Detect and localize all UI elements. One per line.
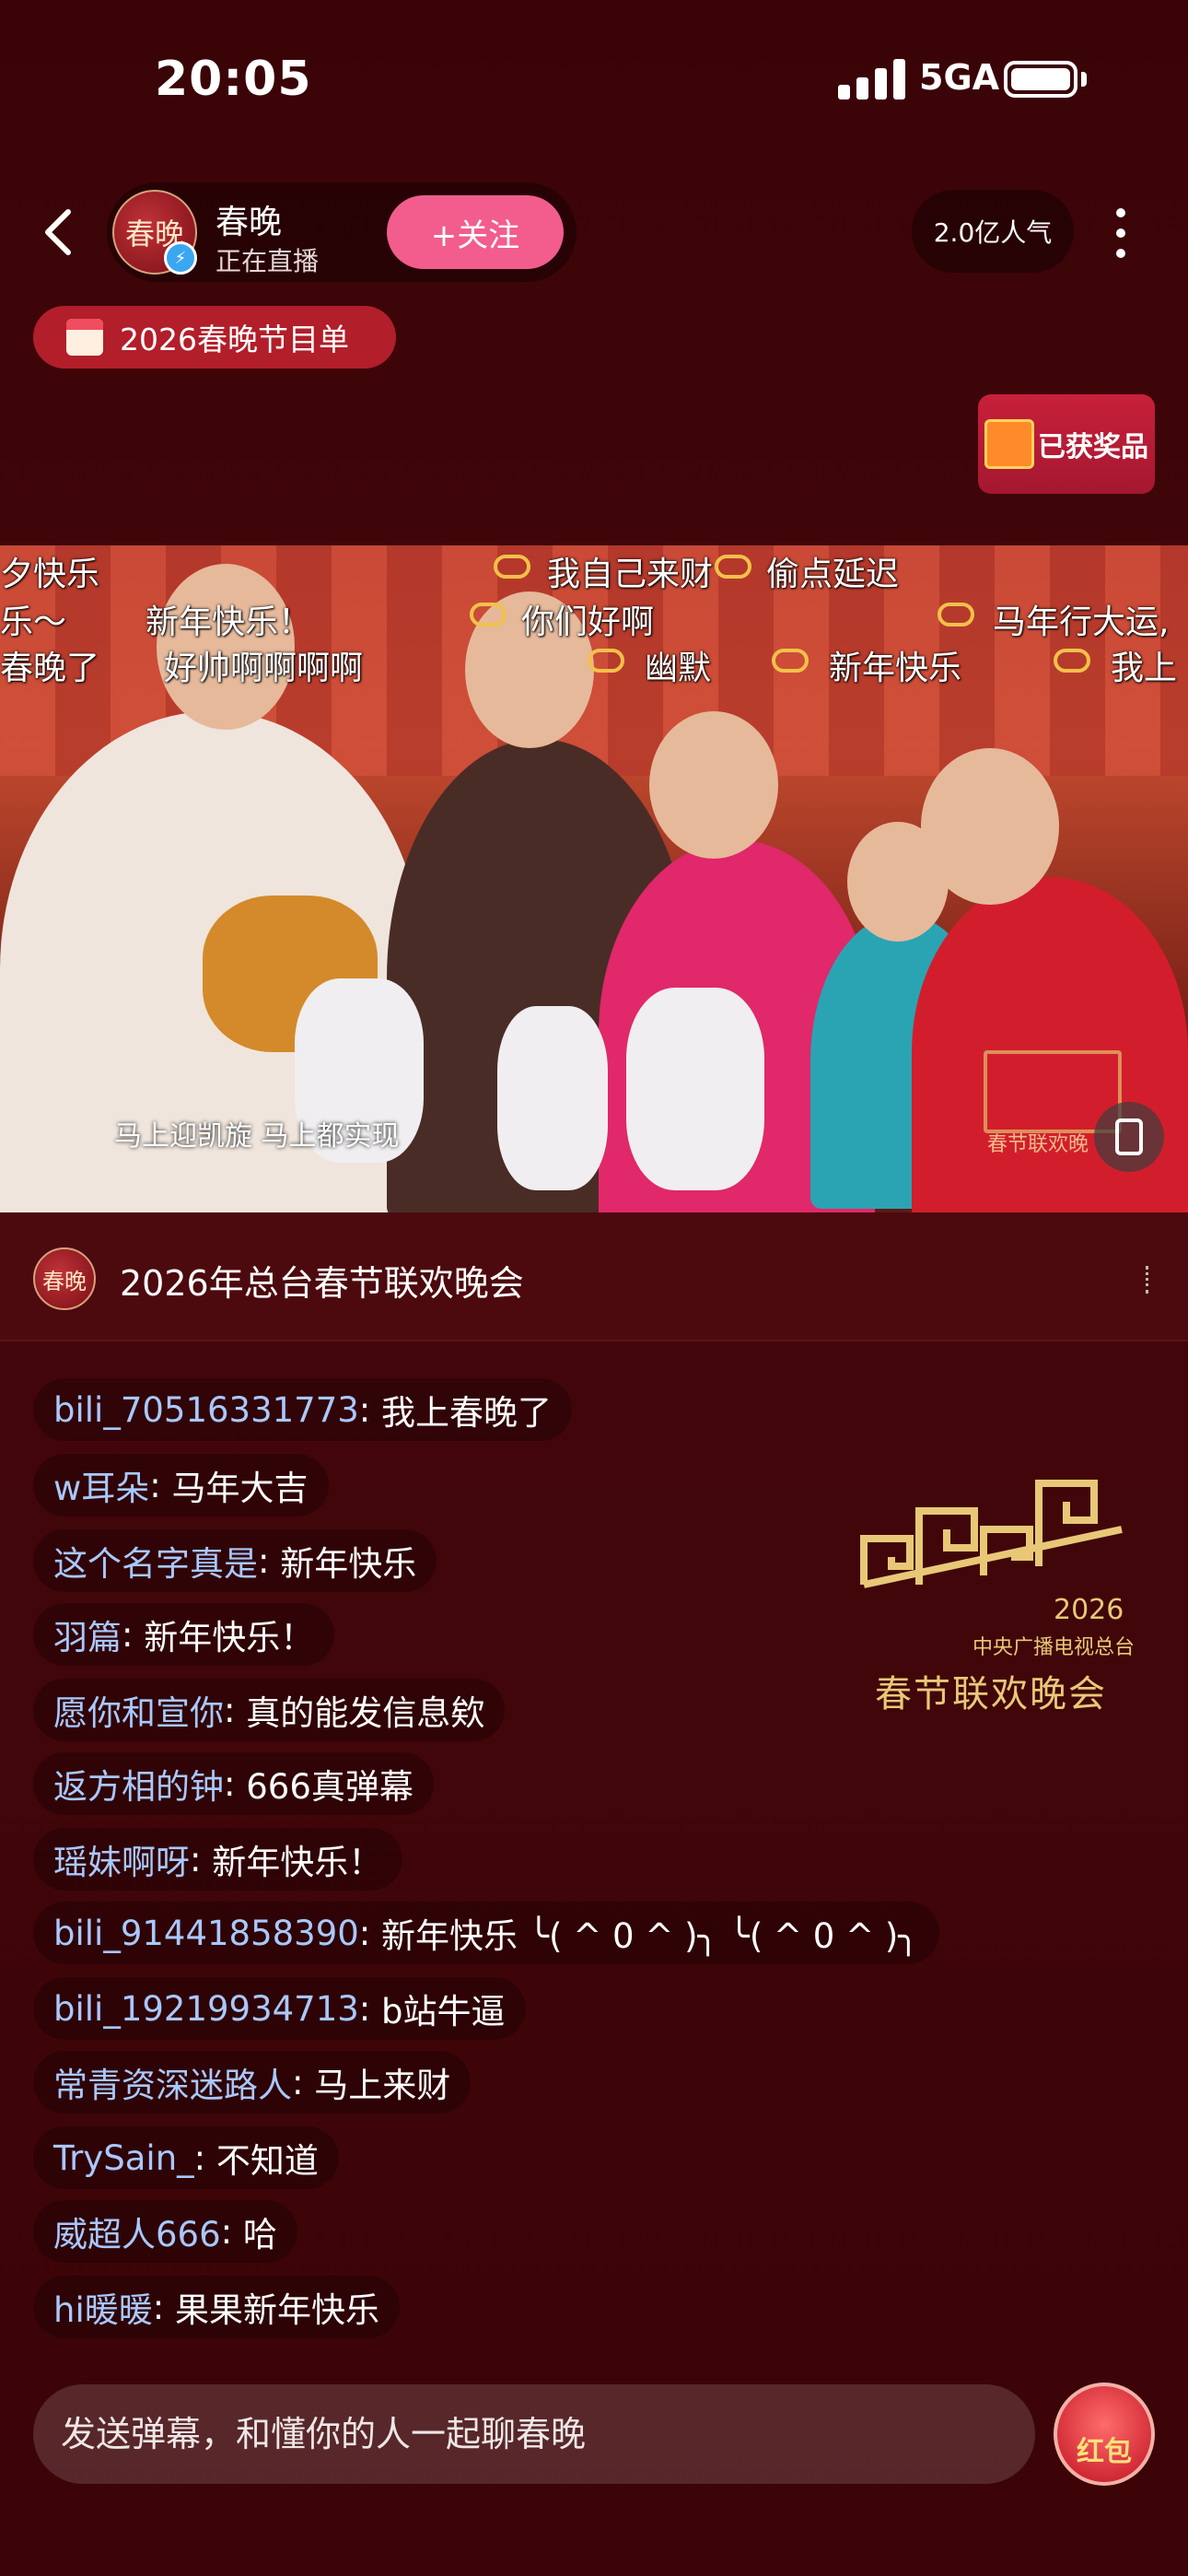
cloud-icon — [494, 555, 530, 579]
prize-button[interactable]: 已获奖品 — [978, 394, 1155, 494]
show-title: 2026年总台春节联欢晚会 — [120, 1263, 524, 1304]
chat-text: 新年快乐 ╰( ^ 0 ^ )╮ ╰( ^ 0 ^ )╮ — [381, 1916, 919, 1956]
chat-message: 返方相的钟: 666真弹幕 — [33, 1752, 434, 1815]
chat-username[interactable]: bili_91441858390 — [53, 1914, 359, 1953]
chat-text: 不知道 — [215, 2141, 319, 2181]
battery-icon — [1004, 61, 1077, 98]
danmaku: 偷点延迟 — [766, 556, 900, 593]
gala-watermark-text: 春节联欢晚 — [987, 1133, 1089, 1156]
chat-username[interactable]: bili_70516331773 — [53, 1390, 359, 1430]
danmaku: 马年行大运, — [993, 603, 1170, 641]
popularity-badge[interactable]: 2.0亿人气 — [912, 190, 1074, 273]
chat-text: 新年快乐！ — [212, 1843, 383, 1882]
gift-box-icon — [984, 419, 1034, 469]
video-subtitle: 马上迎凯旋 马上都实现 — [114, 1120, 400, 1153]
cloud-icon — [772, 649, 809, 673]
chat-username[interactable]: 愿你和宣你 — [53, 1685, 224, 1735]
danmaku: 我自己来财 — [547, 556, 714, 593]
gala-org: 中央广播电视总台 — [973, 1636, 1136, 1659]
chat-text: 马年大吉 — [171, 1469, 309, 1508]
danmaku: 春晚了 — [0, 650, 100, 687]
danmaku: 你们好啊 — [521, 603, 655, 641]
screen-rotate-button[interactable] — [1094, 1102, 1164, 1172]
chat-message: hi暖暖: 果果新年快乐 — [33, 2276, 400, 2338]
chat-text: 666真弹幕 — [246, 1767, 413, 1807]
anchor-name: 春晚 — [215, 204, 283, 241]
cloud-icon — [588, 649, 624, 673]
performer-right-head — [921, 748, 1059, 905]
chat-message: 瑶妹啊呀: 新年快乐！ — [33, 1828, 403, 1891]
chat-text: 马上来财 — [314, 2066, 451, 2105]
chat-username[interactable]: bili_19219934713 — [53, 1989, 359, 2029]
chat-text: 新年快乐 — [280, 1544, 417, 1584]
danmaku: 新年快乐！ — [146, 603, 312, 641]
chat-text: 果果新年快乐 — [174, 2290, 379, 2330]
calendar-icon — [66, 319, 103, 356]
network-type: 5GA — [919, 57, 1000, 98]
chat-text: 我上春晚了 — [381, 1393, 553, 1433]
chat-text: 真的能发信息欸 — [246, 1693, 485, 1733]
danmaku: 夕快乐 — [0, 556, 100, 593]
chat-message: 这个名字真是: 新年快乐 — [33, 1529, 437, 1592]
danmaku: 新年快乐 — [829, 650, 962, 687]
performer-woman-pink-head — [649, 711, 778, 859]
program-list-button[interactable]: 2026春晚节目单 — [33, 306, 396, 369]
cellular-signal-icon — [838, 59, 912, 100]
chat-username[interactable]: 威超人666 — [53, 2207, 221, 2256]
follow-button[interactable]: +关注 — [387, 195, 564, 269]
chat-message: 羽篇: 新年快乐！ — [33, 1603, 335, 1666]
chat-username[interactable]: 瑶妹啊呀 — [53, 1834, 190, 1884]
verified-badge-icon: ⚡ — [164, 241, 197, 275]
chat-username[interactable]: hi暖暖 — [53, 2282, 153, 2332]
chat-username[interactable]: w耳朵 — [53, 1460, 149, 1510]
rotate-phone-icon — [1115, 1118, 1143, 1155]
danmaku: 我上 — [1111, 650, 1178, 687]
chat-username[interactable]: 返方相的钟 — [53, 1759, 224, 1809]
danmaku: 好帅啊啊啊啊 — [164, 650, 364, 687]
chat-username[interactable]: TrySain_ — [53, 2138, 194, 2178]
back-arrow-icon[interactable] — [37, 205, 77, 260]
live-status: 正在直播 — [215, 246, 320, 276]
show-avatar: 春晚 — [33, 1247, 96, 1310]
prize-label: 已获奖品 — [1038, 431, 1148, 463]
battery-cap — [1081, 72, 1087, 87]
danmaku: 幽默 — [645, 650, 712, 687]
show-more-icon[interactable] — [1146, 1266, 1153, 1294]
cloud-icon — [938, 603, 974, 626]
chat-message: TrySain_: 不知道 — [33, 2126, 339, 2189]
chat-text: b站牛逼 — [381, 1992, 506, 2032]
white-horse-toy-3 — [626, 988, 764, 1190]
chat-username[interactable]: 这个名字真是 — [53, 1536, 258, 1586]
cloud-icon — [470, 603, 507, 626]
chat-message: 常青资深迷路人: 马上来财 — [33, 2051, 472, 2113]
program-list-label: 2026春晚节目单 — [120, 322, 349, 357]
chat-text: 哈 — [242, 2215, 277, 2254]
chat-text: 新年快乐！ — [144, 1618, 315, 1657]
more-options-icon[interactable] — [1101, 205, 1142, 262]
danmaku-input[interactable] — [33, 2384, 1035, 2484]
gala-year: 2026 — [1054, 1594, 1124, 1626]
gala-name: 春节联欢晚会 — [875, 1673, 1107, 1715]
danmaku: 乐～ — [0, 603, 67, 641]
clock: 20:05 — [155, 52, 312, 107]
chat-username[interactable]: 常青资深迷路人 — [53, 2057, 292, 2107]
chat-message: 愿你和宣你: 真的能发信息欸 — [33, 1679, 506, 1741]
chat-message: bili_70516331773: 我上春晚了 — [33, 1378, 573, 1441]
cloud-icon — [1054, 649, 1090, 673]
red-packet-button[interactable]: 红包 — [1054, 2383, 1155, 2486]
chat-username[interactable]: 羽篇 — [53, 1610, 122, 1659]
chat-message: bili_19219934713: b站牛逼 — [33, 1977, 526, 2040]
cloud-icon — [715, 555, 751, 579]
chat-message: 威超人666: 哈 — [33, 2200, 297, 2263]
white-horse-toy-2 — [497, 1006, 608, 1190]
live-room-screen: { "status_bar": { "time": "20:05", "netw… — [0, 0, 1188, 2576]
chat-message: w耳朵: 马年大吉 — [33, 1454, 329, 1516]
status-bar: 20:05 5GA — [0, 0, 1188, 157]
chat-message: bili_91441858390: 新年快乐 ╰( ^ 0 ^ )╮ ╰( ^ … — [33, 1902, 939, 1964]
